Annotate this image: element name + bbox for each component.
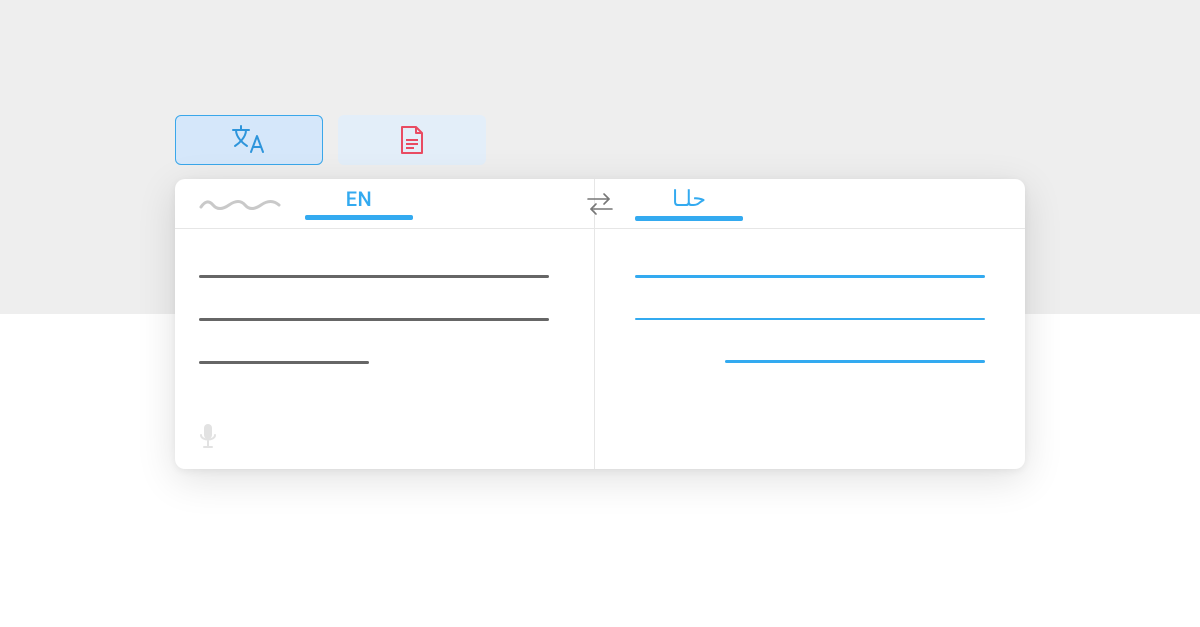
- text-line: [635, 275, 985, 278]
- target-pane: حلـا: [595, 179, 1025, 469]
- target-lang-underline: [635, 216, 743, 221]
- target-lang-tab[interactable]: حلـا: [635, 187, 743, 221]
- source-lang-tab[interactable]: EN: [305, 187, 413, 220]
- source-lang-label: EN: [346, 187, 373, 211]
- microphone-button[interactable]: [199, 423, 217, 449]
- source-text-area[interactable]: [175, 229, 594, 384]
- detect-language-icon[interactable]: [199, 194, 285, 214]
- tab-translate-text[interactable]: [175, 115, 323, 165]
- target-header: حلـا: [595, 179, 1025, 229]
- source-header: EN: [175, 179, 594, 229]
- text-line: [635, 318, 985, 321]
- translation-panel: EN: [175, 179, 1025, 469]
- microphone-icon: [199, 423, 217, 449]
- tab-translate-document[interactable]: [338, 115, 486, 165]
- source-lang-underline: [305, 215, 413, 220]
- target-text-area: [595, 229, 1025, 383]
- mode-tabs: [175, 115, 1025, 165]
- text-line: [725, 360, 985, 363]
- text-line: [199, 275, 549, 278]
- source-pane: EN: [175, 179, 595, 469]
- translator-widget: EN: [175, 115, 1025, 469]
- translate-icon: [231, 124, 267, 156]
- text-line: [199, 318, 549, 321]
- document-icon: [399, 125, 425, 155]
- text-line: [199, 361, 369, 364]
- target-lang-label: حلـا: [672, 187, 706, 212]
